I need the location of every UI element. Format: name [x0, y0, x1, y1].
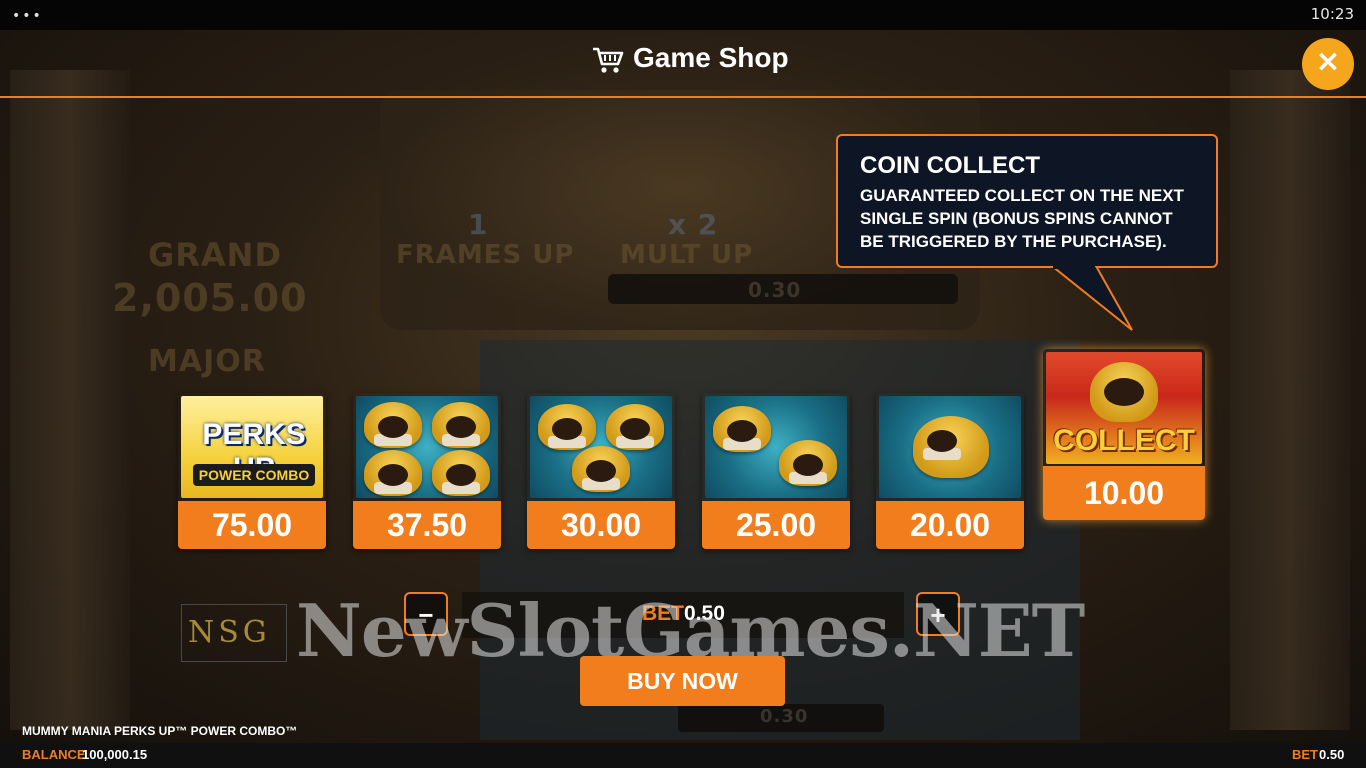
watermark-logo-text: NSG	[188, 615, 271, 650]
footer-bar: BALANCE 100,000.15 BET 0.50	[0, 743, 1366, 768]
mummy-icon	[572, 446, 630, 492]
balance-label: BALANCE	[22, 747, 86, 762]
three-mummies-thumbnail	[530, 396, 672, 498]
mult-up-value: x 2	[668, 208, 719, 241]
page-title: Game Shop	[633, 42, 789, 73]
perks-up-thumbnail: PERKS UP POWER COMBO	[181, 396, 323, 498]
close-icon: ×	[1315, 44, 1341, 79]
system-bar: ••• 10:23	[0, 0, 1366, 30]
close-button[interactable]: ×	[1302, 38, 1354, 90]
buy-now-button[interactable]: BUY NOW	[580, 656, 785, 706]
balance-value: 100,000.15	[82, 747, 148, 762]
major-jackpot-label: MAJOR	[148, 344, 266, 379]
clock: 10:23	[1310, 5, 1354, 23]
bg-bar-value: 0.30	[748, 278, 802, 302]
item-price: 25.00	[702, 501, 850, 549]
collect-label: COLLECT	[1053, 424, 1195, 457]
mummy-icon	[1090, 362, 1158, 422]
mummy-icon	[538, 404, 596, 450]
bg-bar-value-bottom: 0.30	[760, 706, 809, 727]
menu-dots-icon[interactable]: •••	[12, 8, 43, 24]
frames-up-count: 1	[468, 208, 489, 241]
shop-item-perks-up-power-combo[interactable]: PERKS UP POWER COMBO 75.00	[178, 393, 326, 549]
two-mummies-thumbnail	[705, 396, 847, 498]
item-price: 75.00	[178, 501, 326, 549]
footer-bet-value: 0.50	[1319, 747, 1345, 762]
shop-item-three-mummies[interactable]: 30.00	[527, 393, 675, 549]
tooltip-description: GUARANTEED COLLECT ON THE NEXT SINGLE SP…	[860, 186, 1184, 251]
grand-jackpot-value: 2,005.00	[112, 276, 308, 320]
power-combo-badge: POWER COMBO	[193, 464, 315, 486]
watermark-logo: NSG	[181, 604, 287, 662]
mummy-icon	[364, 402, 422, 448]
tooltip-title: COIN COLLECT	[860, 152, 1040, 179]
game-name: MUMMY MANIA PERKS UP™ POWER COMBO™	[22, 724, 298, 738]
buy-now-label: BUY NOW	[627, 668, 738, 694]
footer-bet-label: BET	[1292, 747, 1318, 762]
shop-item-two-mummies[interactable]: 25.00	[702, 393, 850, 549]
cart-icon	[593, 47, 624, 73]
item-price: 37.50	[353, 501, 501, 549]
shop-item-four-mummies[interactable]: 37.50	[353, 393, 501, 549]
item-tooltip: COIN COLLECT GUARANTEED COLLECT ON THE N…	[836, 134, 1218, 268]
frames-up-label: FRAMES UP	[396, 240, 575, 270]
mult-up-label: MULT UP	[620, 240, 754, 270]
coin-collect-thumbnail: COLLECT	[1046, 352, 1202, 464]
item-price: 20.00	[876, 501, 1024, 549]
shop-item-one-mummy[interactable]: 20.00	[876, 393, 1024, 549]
four-mummies-thumbnail	[356, 396, 498, 498]
pillar-left	[10, 70, 130, 730]
tooltip-pointer	[1050, 266, 1133, 331]
mummy-icon	[713, 406, 771, 452]
mummy-icon	[913, 416, 989, 478]
mummy-icon	[432, 450, 490, 496]
pillar-right	[1230, 70, 1350, 730]
item-price: 30.00	[527, 501, 675, 549]
mummy-icon	[606, 404, 664, 450]
one-mummy-thumbnail	[879, 396, 1021, 498]
grand-jackpot-label: GRAND	[148, 236, 283, 274]
shop-item-coin-collect[interactable]: COLLECT 10.00	[1043, 349, 1205, 520]
mummy-icon	[364, 450, 422, 496]
mummy-icon	[779, 440, 837, 486]
mummy-icon	[432, 402, 490, 448]
item-price: 10.00	[1043, 466, 1205, 520]
